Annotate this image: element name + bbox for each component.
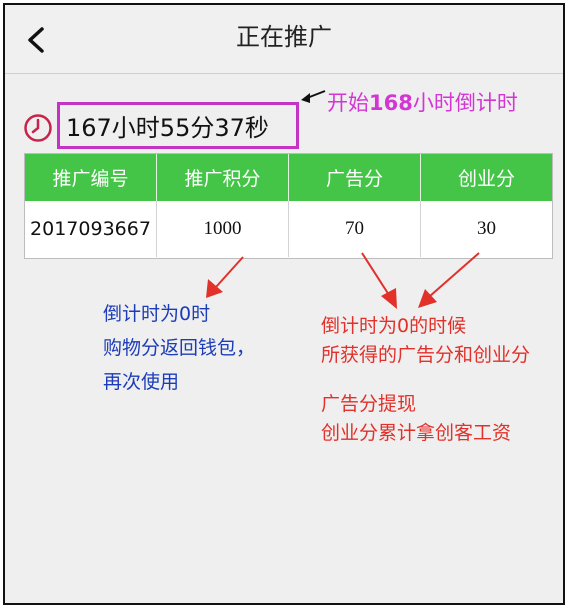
refund-note-line: 购物分返回钱包，	[103, 337, 256, 359]
earnings-note: 倒计时为0的时候 所获得的广告分和创业分	[321, 312, 530, 370]
arrow-to-ad-points-icon	[361, 252, 397, 309]
arrow-to-points-icon	[206, 256, 244, 298]
phone-frame: 正在推广 开始168小时倒计时 167小时55分37秒 推广编号 推广积分 广告…	[3, 3, 565, 605]
red-arrows	[206, 252, 480, 309]
withdraw-note: 广告分提现 创业分累计拿创客工资	[321, 390, 511, 448]
earnings-note-line: 倒计时为0的时候	[321, 315, 467, 337]
refund-note: 倒计时为0时 购物分返回钱包， 再次使用	[103, 297, 255, 399]
refund-note-line: 倒计时为0时	[103, 303, 211, 325]
earnings-note-line: 所获得的广告分和创业分	[321, 344, 531, 366]
withdraw-note-line: 创业分累计拿创客工资	[321, 422, 512, 444]
arrow-to-startup-points-icon	[418, 252, 480, 308]
refund-note-line: 再次使用	[103, 371, 180, 393]
withdraw-note-line: 广告分提现	[321, 393, 417, 415]
